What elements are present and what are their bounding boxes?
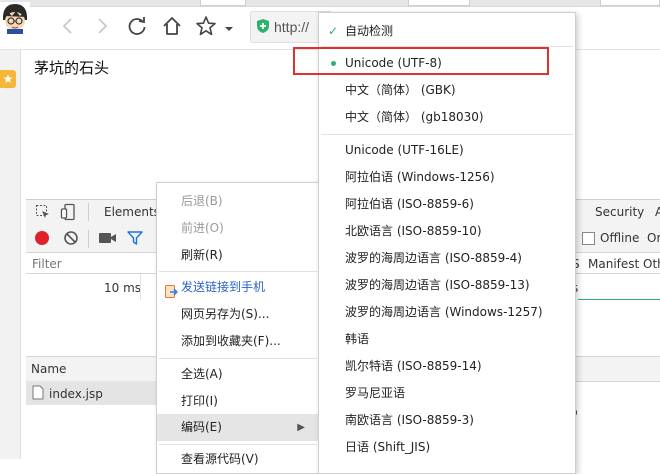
encoding-baltic-windows-1257[interactable]: 波罗的海周边语言 (Windows-1257) (319, 299, 575, 326)
encoding-auto-detect[interactable]: ✓ 自动检测 (319, 18, 575, 45)
menu-item-select-all[interactable]: 全选(A) (157, 361, 319, 388)
encoding-gb18030[interactable]: 中文（简体） (gb18030) (319, 104, 575, 131)
reload-button[interactable] (125, 14, 149, 38)
filter-icon[interactable] (127, 231, 143, 245)
tab-fragment[interactable] (200, 0, 246, 6)
menu-divider (321, 134, 573, 135)
home-button[interactable] (160, 14, 184, 38)
dropdown-icon (225, 27, 233, 31)
device-icon[interactable] (60, 203, 78, 221)
menu-item-send-to-phone[interactable]: 发送链接到手机 (157, 274, 319, 301)
url-text[interactable]: http:// (274, 19, 309, 35)
reload-icon (128, 17, 146, 35)
tab-strip (0, 0, 660, 7)
file-name[interactable]: index.jsp (49, 387, 103, 401)
encoding-gbk[interactable]: 中文（简体） (GBK) (319, 77, 575, 104)
file-icon (32, 385, 44, 400)
forward-icon (98, 18, 108, 34)
context-menu: 后退(B) 前进(O) 刷新(R) 发送链接到手机 网页另存为(S)... 添加… (156, 182, 320, 474)
encoding-utf16le[interactable]: Unicode (UTF-16LE) (319, 137, 575, 164)
tab-partial[interactable]: A (655, 205, 660, 219)
offline-label: Offline (600, 231, 640, 245)
star-icon[interactable]: ★ (0, 70, 16, 88)
offline-checkbox[interactable] (582, 232, 595, 245)
menu-item-encoding[interactable]: 编码(E) ▶ (157, 414, 319, 441)
tab-elements[interactable]: Elements (104, 205, 160, 219)
forward-button[interactable] (90, 14, 114, 38)
back-button[interactable] (56, 14, 80, 38)
name-column-header[interactable]: Name (31, 362, 66, 376)
encoding-celtic-iso-8859-14[interactable]: 凯尔特语 (ISO-8859-14) (319, 353, 575, 380)
tab-fragment[interactable] (600, 0, 660, 6)
camera-icon[interactable] (99, 232, 117, 244)
encoding-arabic-iso-8859-6[interactable]: 阿拉伯语 (ISO-8859-6) (319, 191, 575, 218)
time-tick: 10 ms (104, 281, 142, 295)
page-title: 茅坑的石头 (34, 59, 110, 77)
star-icon (196, 16, 216, 36)
back-icon (62, 18, 72, 34)
menu-item-print[interactable]: 打印(I) (157, 388, 319, 415)
divider (88, 230, 89, 248)
menu-item-add-favorites[interactable]: 添加到收藏夹(F)... (157, 328, 319, 355)
avatar[interactable] (0, 2, 30, 34)
record-icon[interactable] (35, 231, 49, 245)
menu-divider (159, 444, 317, 445)
send-to-phone-icon (165, 281, 178, 298)
favorites-dropdown[interactable] (224, 22, 234, 31)
encoding-arabic-windows-1256[interactable]: 阿拉伯语 (Windows-1256) (319, 164, 575, 191)
type-filter-other[interactable]: Oth (643, 257, 660, 271)
menu-item-refresh[interactable]: 刷新(R) (157, 242, 319, 269)
highlight-box (293, 47, 549, 75)
type-filter-manifest[interactable]: Manifest (588, 257, 639, 271)
menu-item-save-as[interactable]: 网页另存为(S)... (157, 301, 319, 328)
menu-divider (159, 271, 317, 272)
inspect-icon[interactable] (35, 204, 51, 220)
divider (88, 203, 89, 221)
side-strip (0, 50, 21, 459)
favorites-button[interactable] (194, 14, 218, 38)
encoding-nordic-iso-8859-10[interactable]: 北欧语言 (ISO-8859-10) (319, 218, 575, 245)
encoding-baltic-iso-8859-13[interactable]: 波罗的海周边语言 (ISO-8859-13) (319, 272, 575, 299)
encoding-korean[interactable]: 韩语 (319, 326, 575, 353)
encoding-submenu: ✓ 自动检测 Unicode (UTF-8) 中文（简体） (GBK) 中文（简… (318, 12, 576, 474)
check-icon: ✓ (328, 24, 339, 38)
encoding-baltic-iso-8859-4[interactable]: 波罗的海周边语言 (ISO-8859-4) (319, 245, 575, 272)
menu-item-forward[interactable]: 前进(O) (157, 215, 319, 242)
menu-item-view-source[interactable]: 查看源代码(V) (157, 446, 319, 473)
encoding-romanian[interactable]: 罗马尼亚语 (319, 380, 575, 407)
menu-divider (159, 358, 317, 359)
encoding-south-european-iso-8859-3[interactable]: 南欧语言 (ISO-8859-3) (319, 407, 575, 434)
home-icon (163, 17, 181, 35)
submenu-arrow-icon: ▶ (297, 422, 305, 433)
menu-item-back[interactable]: 后退(B) (157, 188, 319, 215)
tab-security[interactable]: Security (595, 205, 644, 219)
shield-icon (256, 18, 270, 34)
tab-fragment[interactable] (408, 0, 470, 6)
online-select[interactable]: Or (647, 231, 660, 245)
clear-icon[interactable] (63, 230, 79, 246)
filter-input[interactable]: Filter (32, 257, 62, 271)
encoding-japanese-shift-jis[interactable]: 日语 (Shift_JIS) (319, 434, 575, 461)
